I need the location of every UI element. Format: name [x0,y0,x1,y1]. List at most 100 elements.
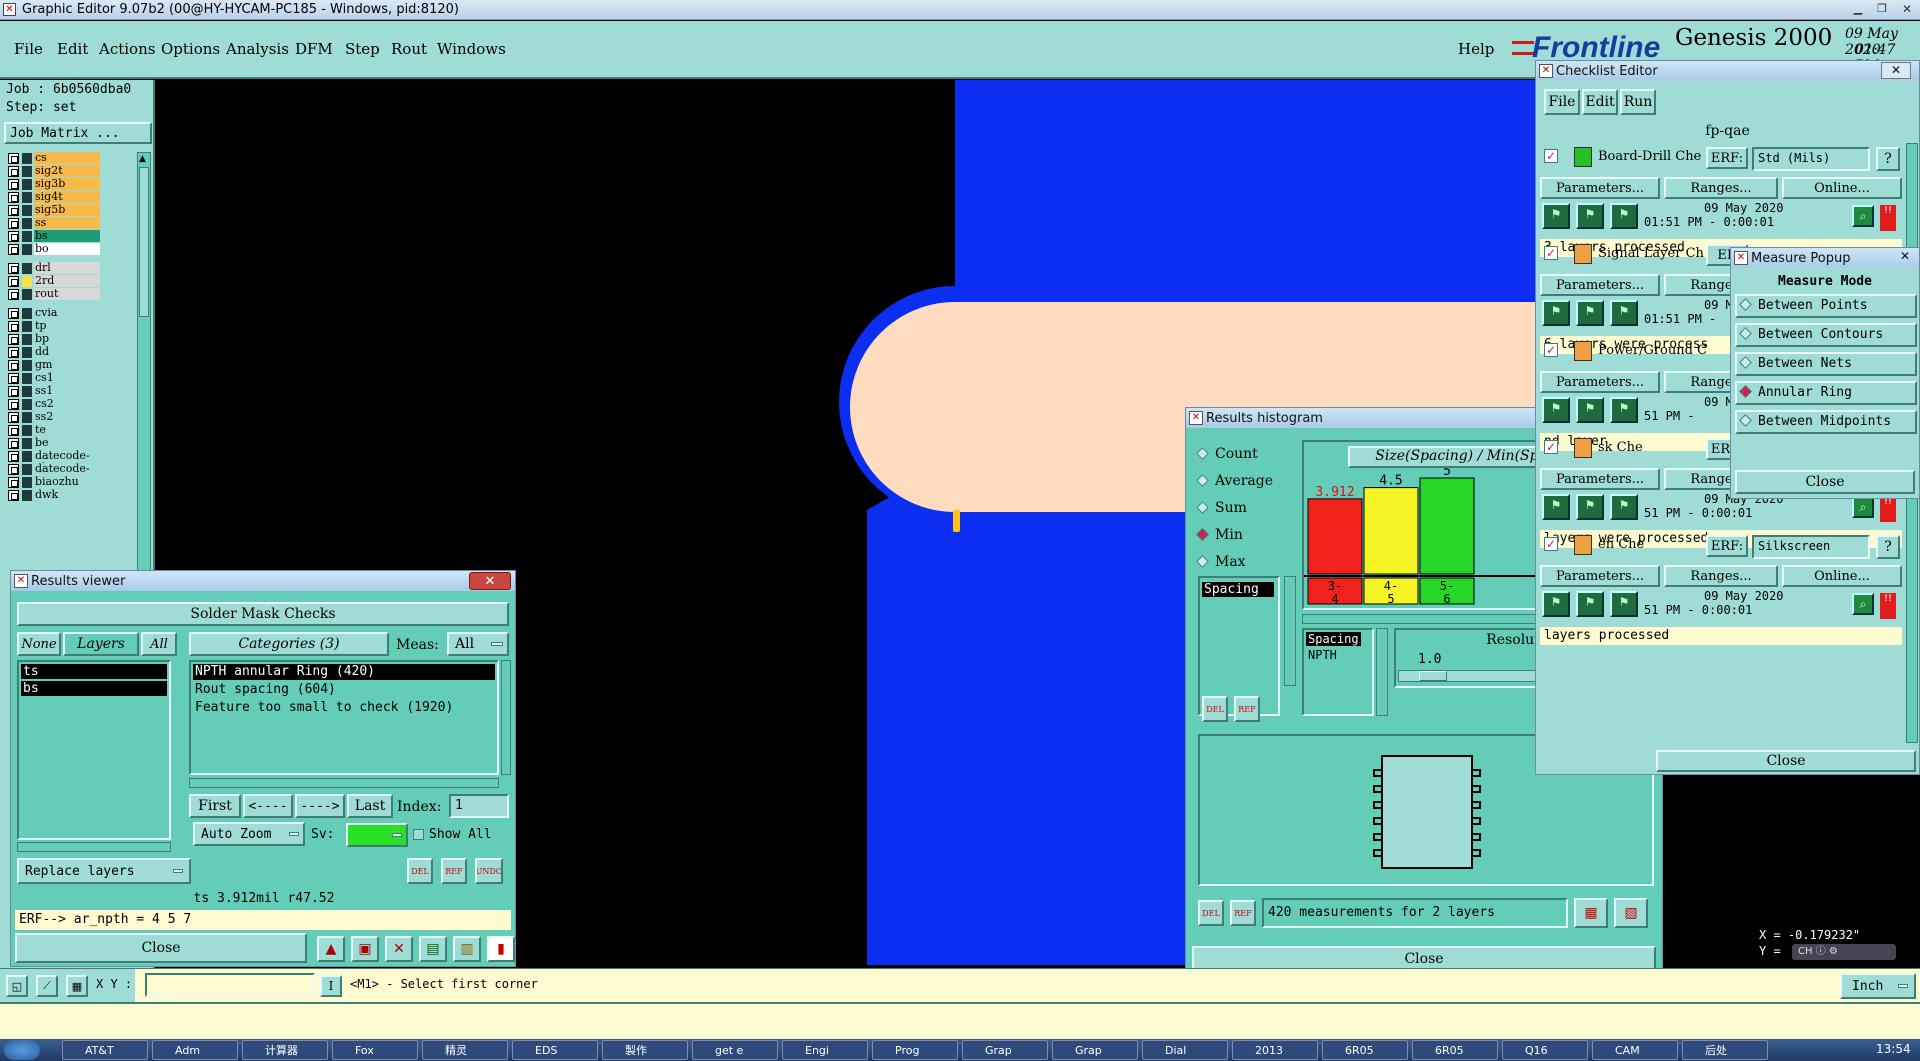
measure-mode-between-nets[interactable]: Between Nets [1735,352,1917,376]
job-matrix-button[interactable]: Job Matrix ... [4,122,152,144]
spacing-item[interactable]: Spacing [1202,582,1274,597]
zoom-icon[interactable]: ⌕ [1852,205,1874,227]
layer-checkbox[interactable] [8,276,19,287]
layer-checkbox[interactable] [8,490,19,501]
layer-row[interactable]: bs [4,230,100,243]
menu-dfm[interactable]: DFM [295,40,333,58]
item-checkbox[interactable]: ✓ [1544,246,1558,260]
layer-checkbox[interactable] [8,373,19,384]
solder-mask-checks-button[interactable]: Solder Mask Checks [17,602,509,626]
taskbar-item[interactable]: CAM [1592,1040,1678,1060]
taskbar-item[interactable]: 製作 [602,1040,688,1060]
layer-row[interactable]: sig5b [4,204,100,217]
category-item[interactable]: NPTH annular Ring (420) [193,664,495,680]
minimize-button[interactable]: ▁ [1848,2,1868,17]
taskbar-item[interactable]: Grap [962,1040,1048,1060]
tool-icon-3[interactable]: ✕ [385,936,413,962]
layer-row[interactable]: tp [4,320,100,333]
menu-step[interactable]: Step [345,40,380,58]
auto-zoom-select[interactable]: Auto Zoom [193,822,305,846]
layer-checkbox[interactable] [8,231,19,242]
taskbar-item[interactable]: 后处 [1682,1040,1768,1060]
layer-checkbox[interactable] [8,244,19,255]
spacing-list-scrollbar[interactable] [1284,576,1296,686]
sv-color-select[interactable] [346,823,408,847]
taskbar-item[interactable]: EDS [512,1040,598,1060]
categories-hscroll[interactable] [189,778,499,788]
taskbar-item[interactable]: Q16 [1502,1040,1588,1060]
menu-rout[interactable]: Rout [391,40,427,58]
measure-popup-close-button[interactable]: Close [1735,470,1915,494]
ref-icon-button[interactable]: REF [441,858,467,884]
tab-layers[interactable]: Layers [63,632,139,656]
tab-all[interactable]: All [141,632,177,656]
hist-chart-icon-1[interactable]: ▦ [1574,898,1608,928]
show-all-checkbox[interactable] [413,829,424,840]
menu-options[interactable]: Options [161,40,220,58]
index-input[interactable]: 1 [449,794,509,818]
run-icon[interactable]: ⚑ [1610,203,1638,229]
taskbar-item[interactable]: Engi [782,1040,868,1060]
layer-checkbox[interactable] [8,360,19,371]
measure-tool-icon[interactable]: ⟋ [36,975,58,997]
category-item[interactable]: Rout spacing (604) [193,682,495,698]
stat-option-average[interactable]: Average [1196,473,1273,489]
run-icon[interactable]: ⚑ [1576,300,1604,326]
taskbar-item[interactable]: Adm [152,1040,238,1060]
taskbar-item[interactable]: Dial [1142,1040,1228,1060]
categories-list[interactable]: NPTH annular Ring (420) Rout spacing (604… [189,660,499,775]
zoom-icon[interactable]: ⌕ [1852,496,1874,518]
categories-header[interactable]: Categories (3) [189,632,389,656]
taskbar-item[interactable]: Prog [872,1040,958,1060]
checklist-close-icon[interactable]: ✕ [1881,62,1911,79]
select-tool-icon[interactable]: ◱ [6,975,28,997]
next-button[interactable]: ----> [295,794,345,818]
prev-button[interactable]: <---- [243,794,293,818]
parameters-button[interactable]: Parameters... [1540,177,1660,199]
taskbar-item[interactable]: 计算器 [242,1040,328,1060]
item-checkbox[interactable]: ✓ [1544,343,1558,357]
layer-checkbox[interactable] [8,347,19,358]
results-viewer-close-button[interactable]: Close [15,933,307,963]
item-checkbox[interactable]: ✓ [1544,149,1558,163]
online-button[interactable]: Online... [1782,565,1902,587]
run-icon[interactable]: ⚑ [1576,397,1604,423]
layer-row[interactable]: ss2 [4,411,100,424]
layer-row[interactable]: rout [4,288,100,301]
taskbar-item[interactable]: Fox [332,1040,418,1060]
spacing-npth-scrollbar[interactable] [1376,628,1388,716]
layer-checkbox[interactable] [8,464,19,475]
preview-ref-icon[interactable]: REF [1230,900,1256,926]
hist-del-icon[interactable]: DEL [1202,696,1228,722]
taskbar-item[interactable]: 2013 [1232,1040,1318,1060]
layer-item[interactable]: bs [21,681,167,696]
layer-row[interactable]: bp [4,333,100,346]
parameters-button[interactable]: Parameters... [1540,565,1660,587]
taskbar-item[interactable]: get e [692,1040,778,1060]
layer-item[interactable]: ts [21,664,167,679]
stat-option-count[interactable]: Count [1196,446,1258,462]
measure-mode-between-midpoints[interactable]: Between Midpoints [1735,410,1917,434]
layer-row[interactable]: dwk [4,489,100,502]
measure-mode-annular-ring[interactable]: Annular Ring [1735,381,1917,405]
layer-checkbox[interactable] [8,438,19,449]
erf-button[interactable]: ERF: [1706,535,1748,557]
taskbar-item[interactable]: 精灵 [422,1040,508,1060]
layer-checkbox[interactable] [8,477,19,488]
menu-windows[interactable]: Windows [437,40,506,58]
ranges-button[interactable]: Ranges... [1664,177,1778,199]
taskbar-item[interactable]: 6R05 [1412,1040,1498,1060]
run-icon[interactable]: ⚑ [1542,494,1570,520]
help-icon-button[interactable]: ? [1876,535,1900,559]
histogram-bar[interactable] [1307,498,1363,575]
layer-checkbox[interactable] [8,192,19,203]
menu-edit[interactable]: Edit [57,40,88,58]
undo-icon-button[interactable]: UNDO [475,858,503,884]
layer-checkbox[interactable] [8,218,19,229]
resolution-slider-thumb[interactable] [1419,671,1447,681]
spacing-npth-list[interactable]: Spacing NPTH [1302,628,1374,716]
text-input-icon[interactable]: I [320,975,342,997]
taskbar-item[interactable]: 6R05 [1322,1040,1408,1060]
layer-checkbox[interactable] [8,386,19,397]
first-button[interactable]: First [189,794,241,818]
